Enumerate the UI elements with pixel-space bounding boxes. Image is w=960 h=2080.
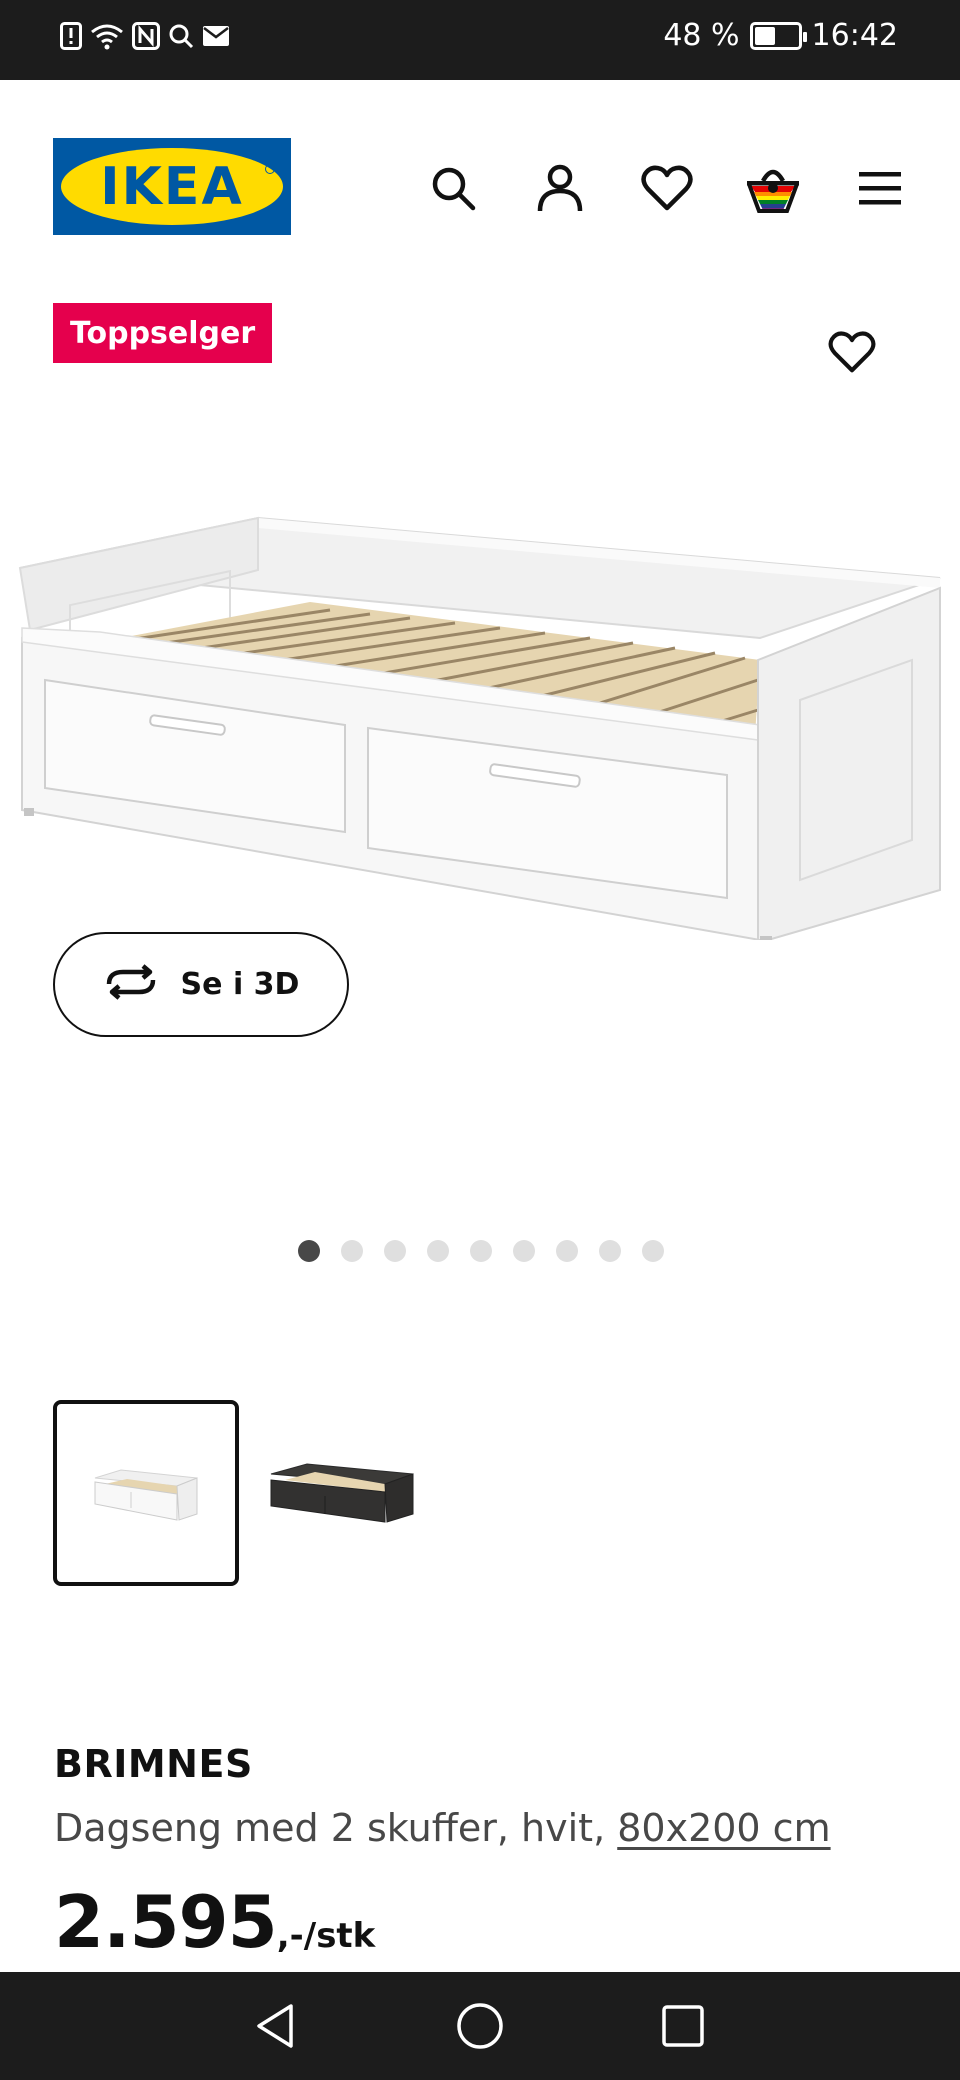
basket-icon[interactable] [745,160,801,216]
carousel-dot[interactable] [513,1240,535,1262]
carousel-dot[interactable] [556,1240,578,1262]
battery-icon [749,21,807,50]
size-link[interactable]: 80x200 cm [617,1806,830,1850]
wifi-icon [90,22,124,50]
search-icon [168,23,194,49]
view-in-3d-label: Se i 3D [180,967,300,1002]
home-icon[interactable] [450,1996,510,2056]
add-to-favourites-button[interactable] [822,324,882,384]
carousel-dot[interactable] [427,1240,449,1262]
heart-icon[interactable] [639,160,695,216]
variant-thumbnail-white[interactable] [53,1400,239,1586]
carousel-dot-list [298,1240,664,1262]
search-icon[interactable] [425,160,481,216]
system-nav-bar [0,1972,960,2080]
registered-mark [265,164,275,174]
price-unit: ,-/stk [276,1916,376,1956]
carousel-dot[interactable] [642,1240,664,1262]
account-icon[interactable] [532,160,588,216]
view-in-3d-button[interactable]: Se i 3D [53,932,349,1037]
product-name: BRIMNES [54,1742,253,1786]
rotate-3d-icon [103,964,159,1005]
carousel-dot[interactable] [298,1240,320,1262]
logo-text: IKEA [100,156,244,217]
carousel-dot[interactable] [341,1240,363,1262]
battery-level [754,26,775,45]
variant-thumbnail-black-brown[interactable] [249,1400,435,1586]
product-description: Dagseng med 2 skuffer, hvit, 80x200 cm [54,1806,831,1850]
product-description-text: Dagseng med 2 skuffer, hvit, [54,1806,618,1850]
recents-icon[interactable] [653,1996,713,2056]
back-icon[interactable] [245,1996,305,2056]
sim-alert-icon [60,22,82,50]
status-bar: 48 % 16:42 [0,0,960,80]
battery-percent: 48 % [663,18,740,53]
menu-icon[interactable] [852,160,908,216]
price-amount: 2.595 [54,1880,278,1964]
heart-icon [828,331,876,378]
ikea-logo[interactable]: IKEA [53,138,291,235]
nfc-icon [132,22,160,50]
clock: 16:42 [811,18,898,53]
mail-icon [202,25,230,47]
product-image[interactable] [0,470,960,942]
bestseller-badge: Toppselger [53,303,273,363]
product-price: 2.595 ,-/stk [54,1880,375,1964]
carousel-dot[interactable] [470,1240,492,1262]
status-right: 48 % 16:42 [663,18,898,53]
status-icons [60,22,230,50]
carousel-dot[interactable] [384,1240,406,1262]
carousel-dot[interactable] [599,1240,621,1262]
